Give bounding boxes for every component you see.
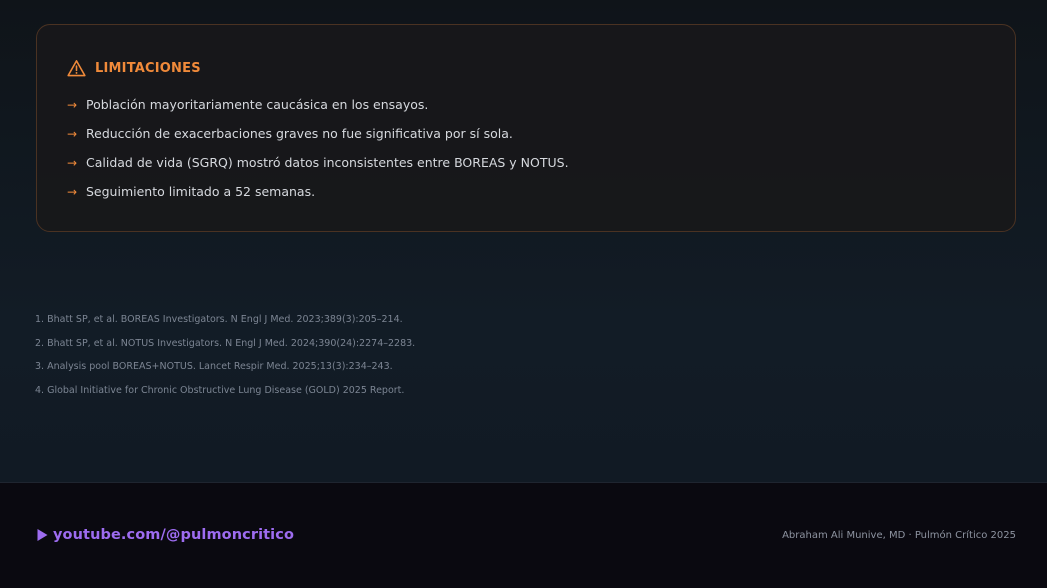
list-item-text: Población mayoritariamente caucásica en … [86,97,429,112]
arrow-right-icon: → [67,126,78,141]
list-item-text: Calidad de vida (SGRQ) mostró datos inco… [86,155,569,170]
author-credit: Abraham Ali Munive, MD · Pulmón Crítico … [782,530,1016,541]
main-content: LIMITACIONES → Población mayoritariament… [0,0,1047,482]
arrow-right-icon: → [67,184,78,199]
list-item: → Población mayoritariamente caucásica e… [67,95,1015,114]
arrow-right-icon: → [67,97,78,112]
warning-triangle-icon [67,60,86,77]
limitations-title: LIMITACIONES [95,60,201,76]
youtube-channel-link[interactable]: youtube.com/@pulmoncritico [36,527,294,543]
limitations-card: LIMITACIONES → Población mayoritariament… [36,24,1016,232]
list-item: → Reducción de exacerbaciones graves no … [67,124,1015,143]
play-icon [37,529,48,541]
footer: youtube.com/@pulmoncritico Abraham Ali M… [0,482,1047,588]
list-item-text: Seguimiento limitado a 52 semanas. [86,184,316,199]
youtube-channel-label: youtube.com/@pulmoncritico [53,527,295,543]
arrow-right-icon: → [67,155,78,170]
list-item: → Seguimiento limitado a 52 semanas. [67,182,1015,201]
list-item-text: Reducción de exacerbaciones graves no fu… [86,126,513,141]
reference-item: 3. Analysis pool BOREAS+NOTUS. Lancet Re… [35,361,393,373]
limitations-list: → Población mayoritariamente caucásica e… [67,95,1015,201]
reference-item: 4. Global Initiative for Chronic Obstruc… [35,384,405,396]
limitations-header: LIMITACIONES [67,57,1015,79]
reference-item: 2. Bhatt SP, et al. NOTUS Investigators.… [35,337,416,349]
reference-item: 1. Bhatt SP, et al. BOREAS Investigators… [35,314,403,325]
list-item: → Calidad de vida (SGRQ) mostró datos in… [67,153,1015,172]
references-list: 1. Bhatt SP, et al. BOREAS Investigators… [35,313,415,407]
